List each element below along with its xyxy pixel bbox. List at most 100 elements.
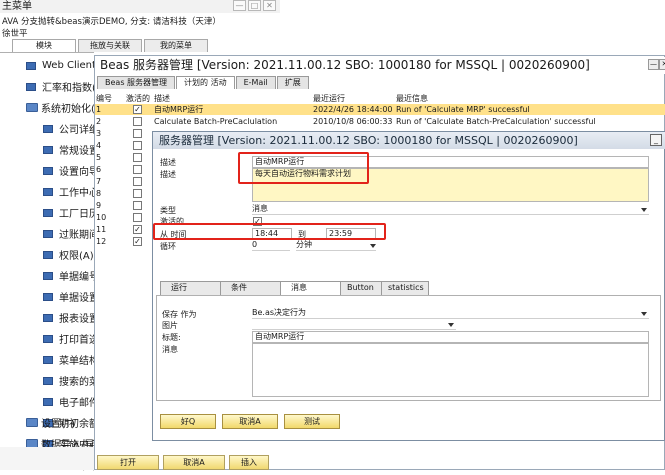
row-active-checkbox[interactable] [133, 141, 142, 150]
image-select[interactable] [252, 319, 456, 330]
doc-icon [43, 166, 53, 175]
row-number: 11 [96, 225, 107, 234]
row-active-checkbox[interactable] [133, 165, 142, 174]
ok-button[interactable]: 好Q [160, 414, 216, 429]
doc-icon [43, 208, 53, 217]
dialog-title: 服务器管理 [Version: 2021.11.00.12 SBO: 10001… [153, 132, 665, 149]
sidebar-item[interactable]: 设置向导 [43, 160, 94, 181]
tab-extensions[interactable]: 扩展 [276, 76, 309, 89]
tab-beas-server[interactable]: Beas 服务器管理 [97, 76, 176, 89]
sidebar-item[interactable]: 过账期间 [43, 223, 94, 244]
insert-button[interactable]: 插入 [229, 455, 269, 470]
table-row[interactable]: 1 自动MRP运行 2022/4/26 18:44:00 Run of 'Calcul… [95, 104, 665, 115]
doc-icon [26, 61, 36, 70]
tab-drag-relate[interactable]: 拖放与关联 [78, 39, 142, 52]
server-manager-tabs: Beas 服务器管理 计划的 活动 E-Mail 扩展 [97, 76, 309, 89]
tab-button[interactable]: Button [340, 281, 382, 295]
row-last-info: Run of 'Calculate MRP' successful [396, 105, 530, 114]
close-icon[interactable]: ✕ [263, 0, 276, 11]
tab-email[interactable]: E-Mail [235, 76, 276, 89]
sidebar-item[interactable]: 搜索的菜 [43, 370, 94, 391]
folder-open-icon [26, 103, 38, 112]
row-active-checkbox[interactable]: ✓ [133, 105, 142, 114]
chevron-down-icon[interactable] [641, 208, 647, 212]
tab-run[interactable]: 运行 [160, 281, 226, 295]
maximize-icon[interactable]: □ [248, 0, 261, 11]
save-as-label: 保存 作为 [162, 310, 197, 319]
column-header-active[interactable]: 激活的 [126, 93, 150, 104]
tab-message[interactable]: 消息 [280, 281, 346, 295]
cancel-main-button[interactable]: 取消A [163, 455, 225, 470]
tab-my-menu[interactable]: 我的菜单 [144, 39, 208, 52]
row-number: 10 [96, 213, 107, 222]
chevron-down-icon[interactable] [448, 323, 454, 327]
save-as-select[interactable]: Be.as决定行为 [252, 308, 649, 319]
row-active-checkbox[interactable] [133, 189, 142, 198]
row-active-checkbox[interactable] [133, 153, 142, 162]
row-active-checkbox[interactable] [133, 213, 142, 222]
activities-table-header: 编号 激活的 描述 最近运行 最近信息 [95, 93, 665, 103]
row-number: 4 [96, 141, 102, 150]
column-header-number[interactable]: 编号 [96, 93, 112, 104]
chevron-down-icon[interactable] [641, 312, 647, 316]
sidebar-item-label: 工厂日历 [59, 209, 94, 220]
tab-modules[interactable]: 模块 [12, 39, 76, 52]
sidebar-item[interactable]: 单据设置 [43, 286, 94, 307]
minimize-icon[interactable]: — [648, 59, 659, 70]
minimize-icon[interactable]: — [233, 0, 246, 11]
tab-scheduled-activities[interactable]: 计划的 活动 [176, 76, 235, 89]
column-header-last-run[interactable]: 最近运行 [313, 93, 345, 104]
test-button[interactable]: 测试 [284, 414, 340, 429]
message-text-area[interactable] [252, 343, 649, 397]
dialog-minimize-icon[interactable]: _ [650, 134, 662, 146]
sidebar-item[interactable]: 单据编号 [43, 265, 94, 286]
sidebar-item[interactable]: 权限(A) [43, 244, 94, 265]
cancel-button[interactable]: 取消A [222, 414, 278, 429]
sidebar-item[interactable]: Web Client(W [26, 55, 94, 76]
table-row[interactable]: 2 Calculate Batch-PreCaclulation 2010/10/8… [95, 116, 665, 127]
server-manager-title: Beas 服务器管理 [Version: 2021.11.00.12 SBO: … [96, 57, 665, 74]
row-active-checkbox[interactable]: ✓ [133, 225, 142, 234]
column-header-last-info[interactable]: 最近信息 [396, 93, 428, 104]
row-active-checkbox[interactable]: ✓ [133, 237, 142, 246]
type-select[interactable]: 消息 [252, 204, 649, 215]
row-last-run: 2010/10/8 06:00:33 [313, 117, 393, 126]
close-icon[interactable]: ✕ [659, 59, 665, 70]
doc-icon [43, 313, 53, 322]
row-active-checkbox[interactable] [133, 117, 142, 126]
cycle-label: 循环 [160, 242, 176, 251]
sidebar-item-label: 报表设置 [59, 314, 94, 325]
cycle-unit-select[interactable]: 分钟 [296, 240, 376, 251]
sidebar-item[interactable]: 菜单结构 [43, 349, 94, 370]
sidebar-item[interactable]: 系统初始化( [26, 97, 94, 118]
type-label: 类型 [160, 206, 176, 215]
tab-statistics[interactable]: statistics [381, 281, 429, 295]
doc-icon [43, 145, 53, 154]
row-active-checkbox[interactable] [133, 201, 142, 210]
sidebar-item-label: 汇率和指数( [42, 83, 94, 94]
sidebar-item-label: 常规设置 [59, 146, 94, 157]
cycle-field[interactable]: 0 [252, 240, 290, 251]
sidebar-item-label: 单据编号 [59, 272, 94, 283]
tab-conditions[interactable]: 条件 [220, 281, 286, 295]
column-header-description[interactable]: 描述 [154, 93, 170, 104]
row-number: 7 [96, 177, 102, 186]
sidebar-item-label: 设置(T) [41, 419, 75, 430]
sidebar-item[interactable]: 电子邮件 [43, 391, 94, 412]
sidebar-item[interactable]: 设置(T) [26, 412, 94, 433]
row-active-checkbox[interactable] [133, 129, 142, 138]
sidebar-item[interactable]: 工厂日历 [43, 202, 94, 223]
chevron-down-icon[interactable] [370, 244, 376, 248]
sidebar-item[interactable]: 报表设置 [43, 307, 94, 328]
open-button[interactable]: 打开 [97, 455, 159, 470]
caption-field[interactable]: 自动MRP运行 [252, 331, 649, 343]
sidebar-item[interactable]: 工作中心 [43, 181, 94, 202]
sidebar-item[interactable]: 公司详细 [43, 118, 94, 139]
sidebar-item[interactable]: 汇率和指数( [26, 76, 94, 97]
sidebar-item[interactable]: 打印首选 [43, 328, 94, 349]
sidebar-item-label: 搜索的菜 [59, 377, 94, 388]
sidebar-item[interactable]: 常规设置 [43, 139, 94, 160]
row-active-checkbox[interactable] [133, 177, 142, 186]
row-number: 8 [96, 189, 102, 198]
row-last-run: 2022/4/26 18:44:00 [313, 105, 393, 114]
